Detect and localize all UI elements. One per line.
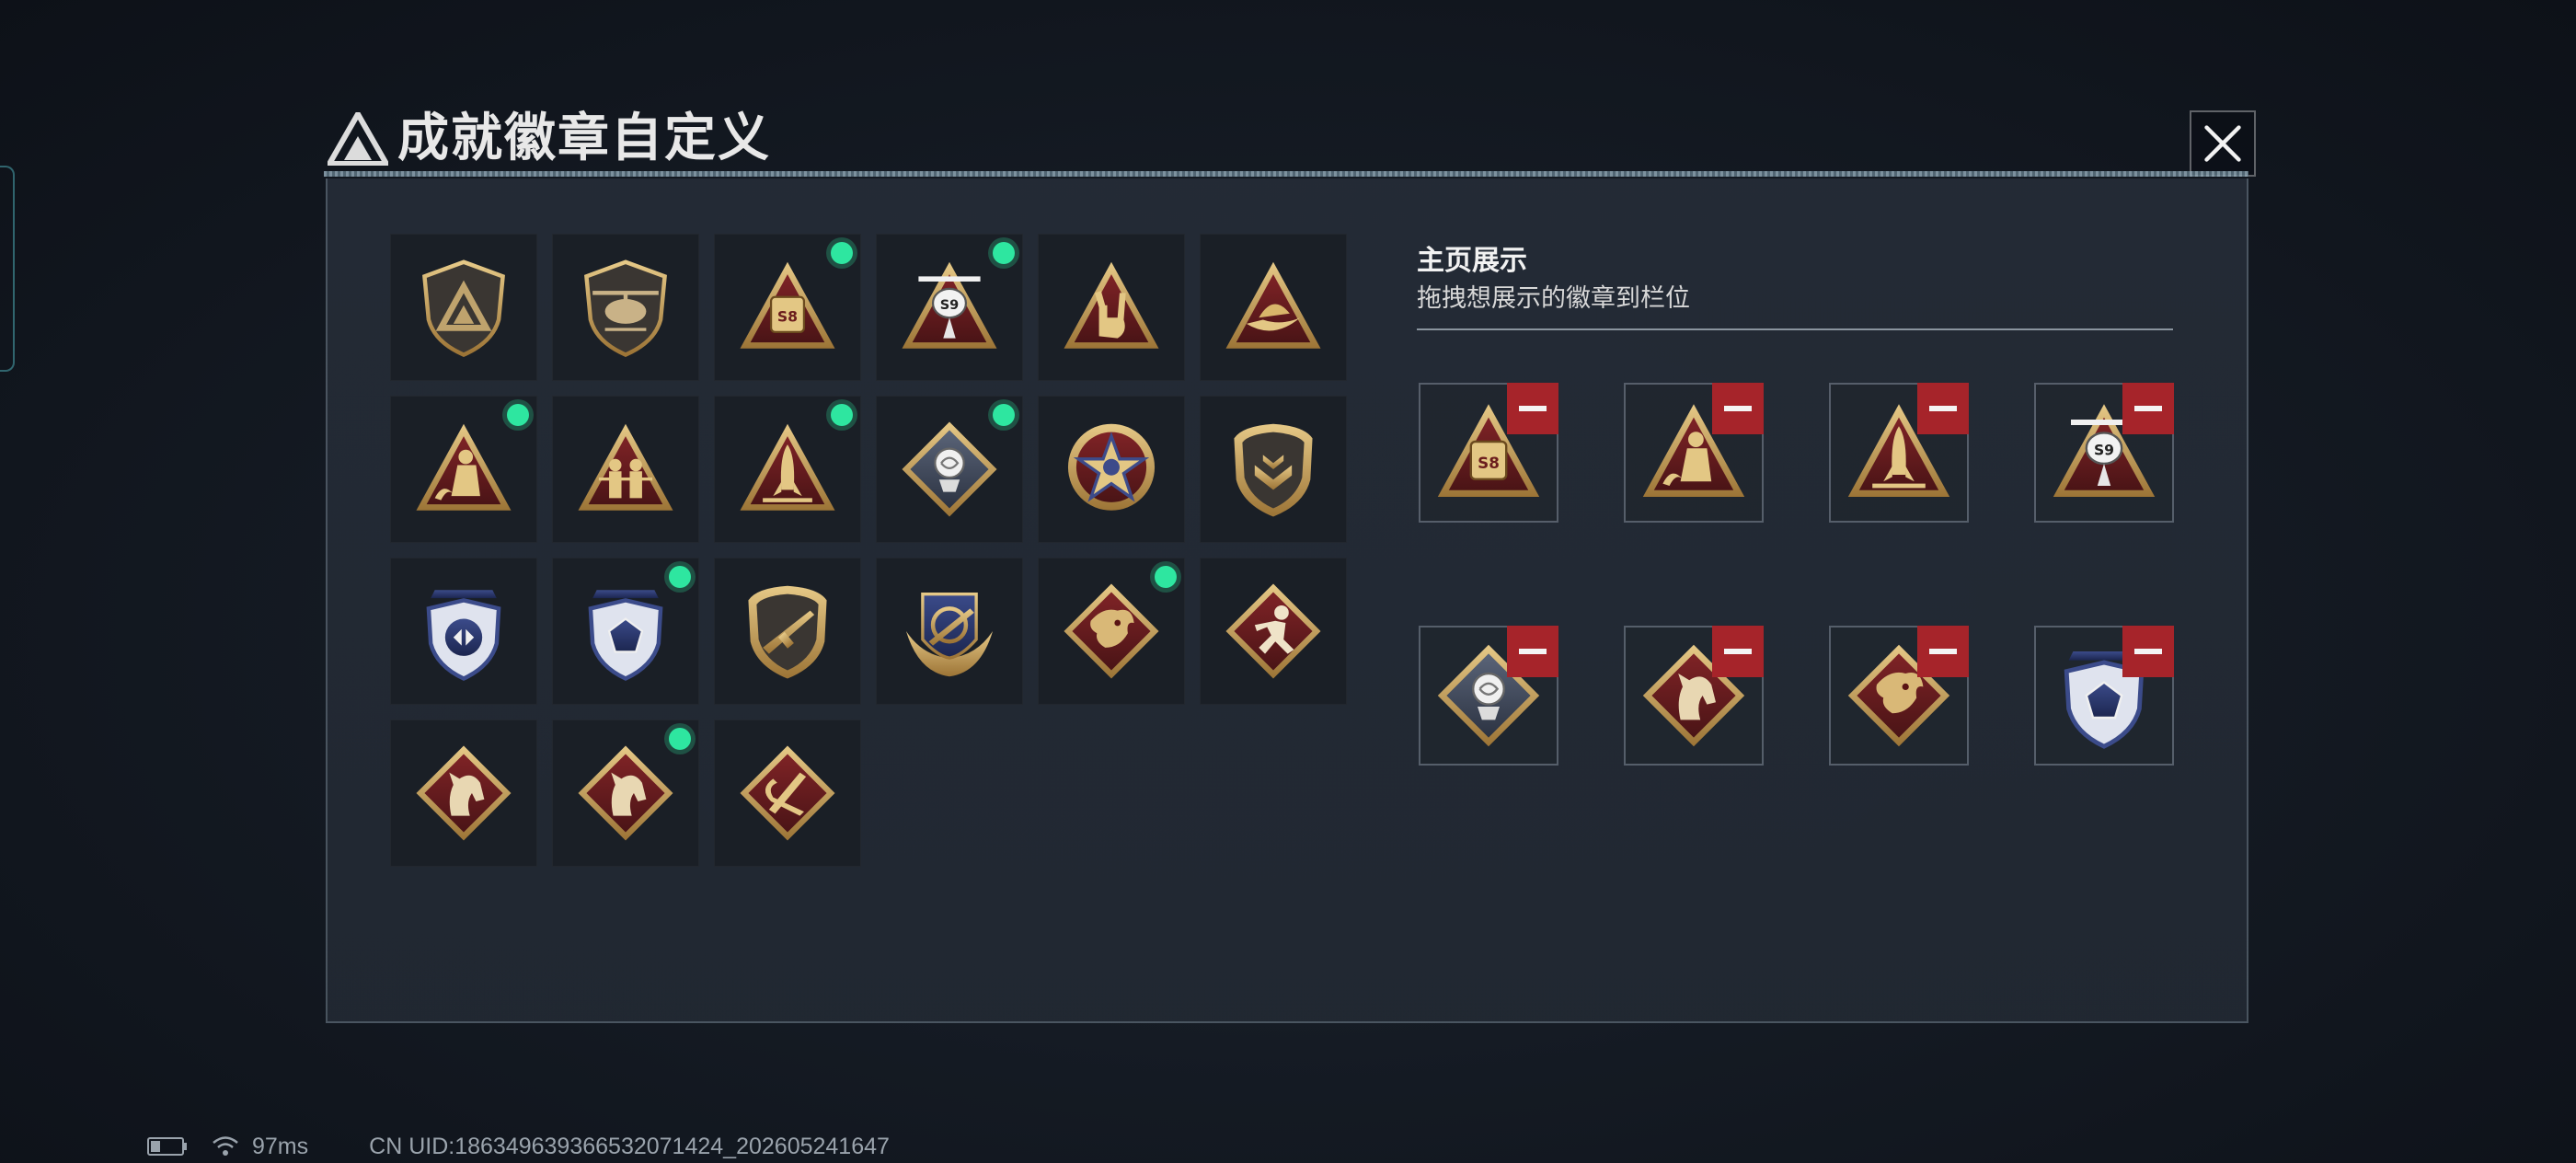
minus-icon	[1724, 406, 1752, 411]
horse-diamond-badge	[412, 742, 515, 845]
selected-indicator-dot	[993, 404, 1015, 426]
minus-icon	[1929, 406, 1957, 411]
badge-collection-grid	[390, 234, 1347, 867]
wave-figure-triangle-badge	[412, 418, 515, 521]
blue-gem-shield-badge	[574, 580, 677, 683]
minus-icon	[2134, 406, 2162, 411]
user-uid: CN UID:18634963936653207142​4_2026052416…	[369, 1133, 890, 1159]
selected-indicator-dot	[831, 242, 853, 264]
badge-slot[interactable]	[390, 720, 537, 867]
badge-slot[interactable]	[714, 234, 861, 381]
showcase-slot[interactable]	[2034, 626, 2174, 766]
dragon-diamond-badge	[1060, 580, 1163, 683]
rifle-shield-badge	[736, 580, 839, 683]
chevron-shield-badge	[1222, 418, 1325, 521]
star-medal-badge	[1060, 418, 1163, 521]
badge-slot[interactable]	[1200, 396, 1347, 543]
remove-badge-button[interactable]	[1507, 383, 1558, 434]
badge-slot[interactable]	[552, 396, 699, 543]
header-divider	[324, 171, 2248, 177]
remove-badge-button[interactable]	[1507, 626, 1558, 677]
badge-slot[interactable]	[552, 234, 699, 381]
background-text	[147, 26, 156, 64]
helicopter-shield-badge	[574, 256, 677, 359]
selected-indicator-dot	[831, 404, 853, 426]
soldiers-triangle-badge	[574, 418, 677, 521]
badge-slot[interactable]	[390, 234, 537, 381]
showcase-title: 主页展示	[1417, 246, 1527, 276]
remove-badge-button[interactable]	[2122, 626, 2174, 677]
minus-icon	[1519, 649, 1547, 654]
helicopter-s9-triangle-badge	[898, 256, 1001, 359]
badge-slot[interactable]	[714, 396, 861, 543]
badge-slot[interactable]	[390, 558, 537, 705]
showcase-slots	[1419, 383, 2174, 766]
blue-arrows-shield-badge	[412, 580, 515, 683]
showcase-hint: 拖拽想展示的徽章到栏位	[1417, 284, 1690, 312]
remove-badge-button[interactable]	[1712, 383, 1764, 434]
badge-slot[interactable]	[552, 558, 699, 705]
badge-slot[interactable]	[552, 720, 699, 867]
showcase-divider	[1417, 328, 2173, 330]
minus-icon	[1929, 649, 1957, 654]
showcase-slot[interactable]	[1624, 383, 1764, 523]
close-button[interactable]	[2190, 110, 2256, 177]
boat-triangle-badge	[1222, 256, 1325, 359]
badge-slot[interactable]	[876, 234, 1023, 381]
badge-slot[interactable]	[1038, 396, 1185, 543]
badge-slot[interactable]	[714, 558, 861, 705]
battery-icon	[147, 1137, 187, 1156]
showcase-slot[interactable]	[1624, 626, 1764, 766]
close-icon	[2200, 121, 2246, 167]
showcase-slot[interactable]	[2034, 383, 2174, 523]
badge-slot[interactable]	[876, 396, 1023, 543]
wifi-icon	[213, 1136, 238, 1156]
remove-badge-button[interactable]	[2122, 383, 2174, 434]
showcase-slot[interactable]	[1829, 383, 1969, 523]
selected-indicator-dot	[669, 566, 691, 588]
remove-badge-button[interactable]	[1917, 626, 1969, 677]
selected-indicator-dot	[669, 728, 691, 750]
minus-icon	[1724, 649, 1752, 654]
tools-diamond-badge	[736, 742, 839, 845]
badge-slot[interactable]	[714, 720, 861, 867]
status-bar: 97ms CN UID:18634963936653207142​4_20260…	[147, 1134, 890, 1159]
badge-slot[interactable]	[1200, 558, 1347, 705]
triangle-logo-icon	[328, 112, 388, 166]
badge-slot[interactable]	[390, 396, 537, 543]
showcase-slot[interactable]	[1419, 383, 1558, 523]
showcase-slot[interactable]	[1829, 626, 1969, 766]
selected-indicator-dot	[507, 404, 529, 426]
runner-diamond-badge	[1222, 580, 1325, 683]
triangle-logo-shield-badge	[412, 256, 515, 359]
remove-badge-button[interactable]	[1917, 383, 1969, 434]
selected-indicator-dot	[993, 242, 1015, 264]
horse-diamond-badge	[574, 742, 677, 845]
rocket-triangle-badge	[736, 418, 839, 521]
wings-emblem-badge	[898, 580, 1001, 683]
rose-diamond-badge	[898, 418, 1001, 521]
dialog-header: 成就徽章自定义	[324, 99, 2256, 177]
dialog-title: 成就徽章自定义	[397, 109, 771, 167]
showcase-slot[interactable]	[1419, 626, 1558, 766]
badge-customization-panel: 主页展示 拖拽想展示的徽章到栏位	[326, 178, 2248, 1023]
minus-icon	[1519, 406, 1547, 411]
badge-slot[interactable]	[1038, 234, 1185, 381]
latency-readout: 97ms	[252, 1133, 309, 1159]
side-panel-edge	[0, 166, 15, 372]
badge-slot[interactable]	[1200, 234, 1347, 381]
minus-icon	[2134, 649, 2162, 654]
fuel-truck-s8-triangle-badge	[736, 256, 839, 359]
remove-badge-button[interactable]	[1712, 626, 1764, 677]
badge-slot[interactable]	[1038, 558, 1185, 705]
badge-slot[interactable]	[876, 558, 1023, 705]
selected-indicator-dot	[1155, 566, 1177, 588]
rock-hand-triangle-badge	[1060, 256, 1163, 359]
